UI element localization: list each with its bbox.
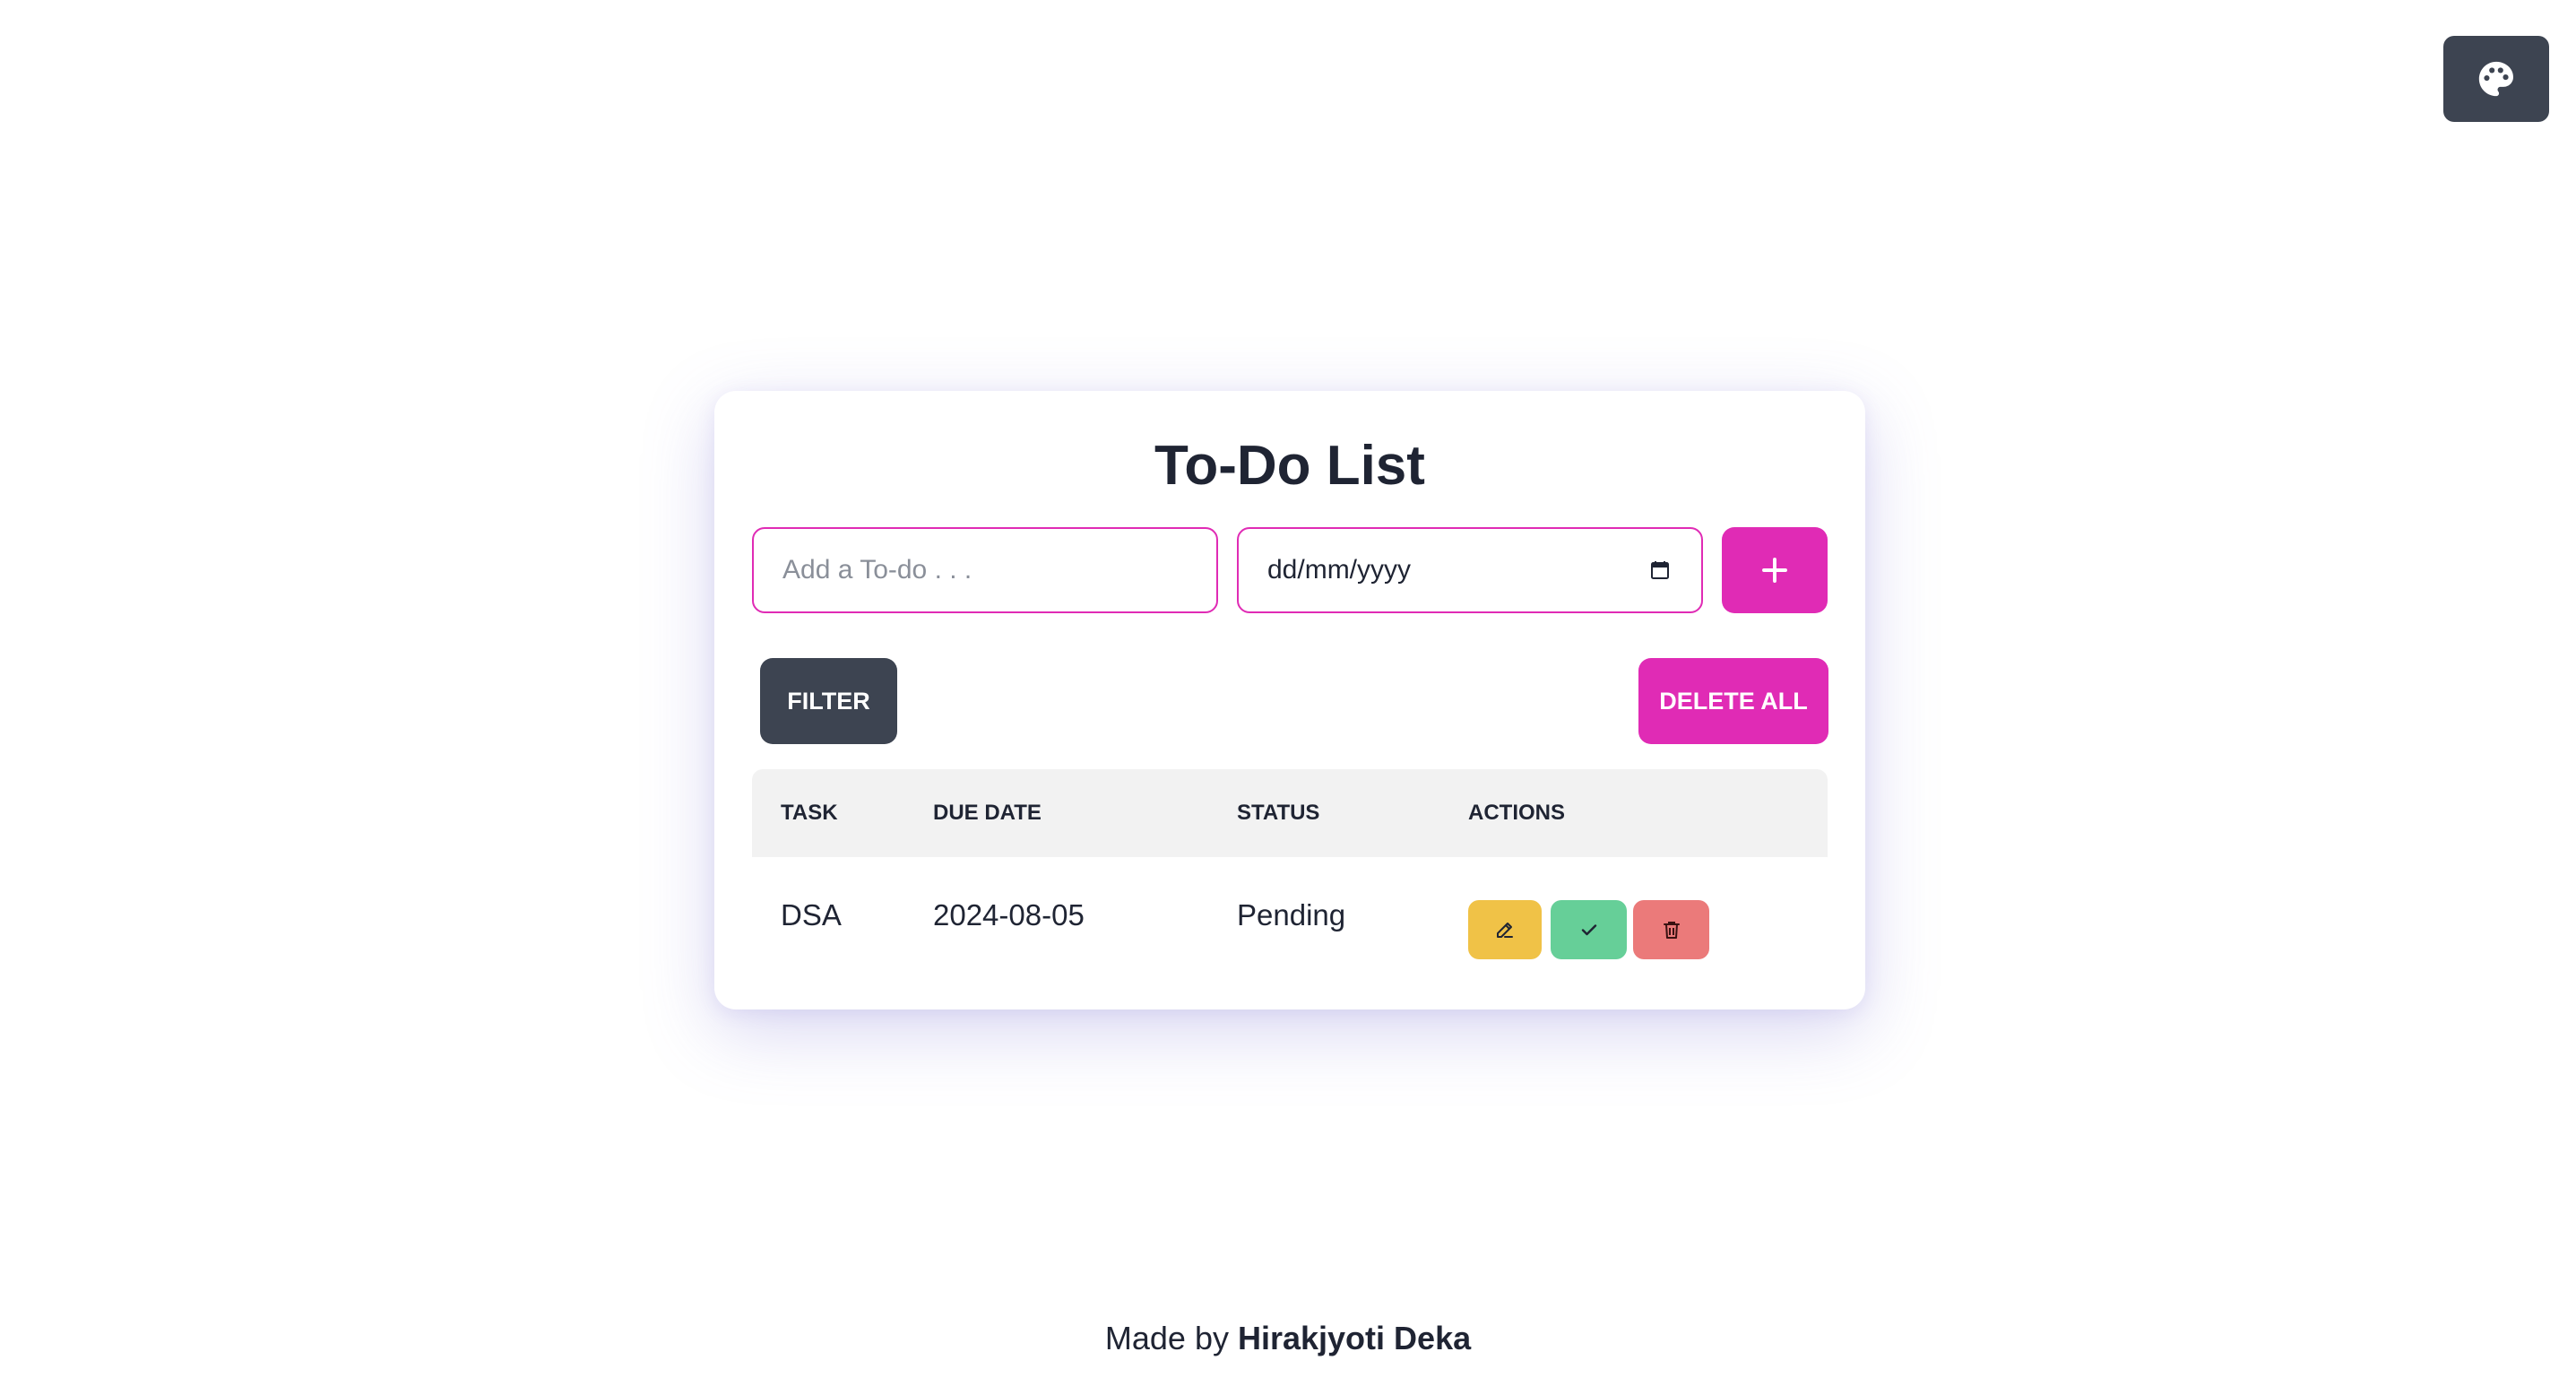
todo-input[interactable] — [752, 527, 1218, 613]
filter-button[interactable]: FILTER — [760, 658, 897, 744]
footer-author: Hirakjyoti Deka — [1237, 1320, 1472, 1356]
edit-task-button[interactable] — [1468, 900, 1542, 959]
theme-toggle-button[interactable] — [2443, 36, 2549, 122]
palette-icon — [2478, 61, 2513, 97]
delete-all-button[interactable]: DELETE ALL — [1638, 658, 1828, 744]
footer: Made by Hirakjyoti Deka — [0, 1320, 2576, 1357]
pencil-icon — [1497, 923, 1513, 938]
table-row: DSA 2024-08-05 Pending — [752, 857, 1828, 974]
trash-icon — [1663, 922, 1680, 939]
header-actions: ACTIONS — [1468, 801, 1565, 825]
task-cell: DSA — [781, 898, 842, 931]
date-input-value: dd/mm/yyyy — [1267, 555, 1412, 585]
calendar-icon[interactable] — [1649, 559, 1671, 581]
header-due-date: DUE DATE — [933, 801, 1042, 825]
due-date-cell: 2024-08-05 — [933, 898, 1085, 931]
table-header: TASK DUE DATE STATUS ACTIONS — [752, 769, 1828, 857]
delete-task-button[interactable] — [1633, 900, 1709, 959]
header-status: STATUS — [1237, 801, 1320, 825]
plus-icon — [1762, 558, 1787, 583]
page-title: To-Do List — [1154, 435, 1425, 497]
todo-card: To-Do List dd/mm/yyyy FILTER DELETE ALL … — [714, 391, 1865, 1009]
due-date-input[interactable]: dd/mm/yyyy — [1237, 527, 1703, 613]
check-icon — [1581, 924, 1596, 936]
footer-prefix: Made by — [1104, 1320, 1229, 1356]
status-cell: Pending — [1237, 898, 1346, 931]
complete-task-button[interactable] — [1551, 900, 1627, 959]
add-todo-button[interactable] — [1722, 527, 1828, 613]
header-task: TASK — [781, 801, 838, 825]
